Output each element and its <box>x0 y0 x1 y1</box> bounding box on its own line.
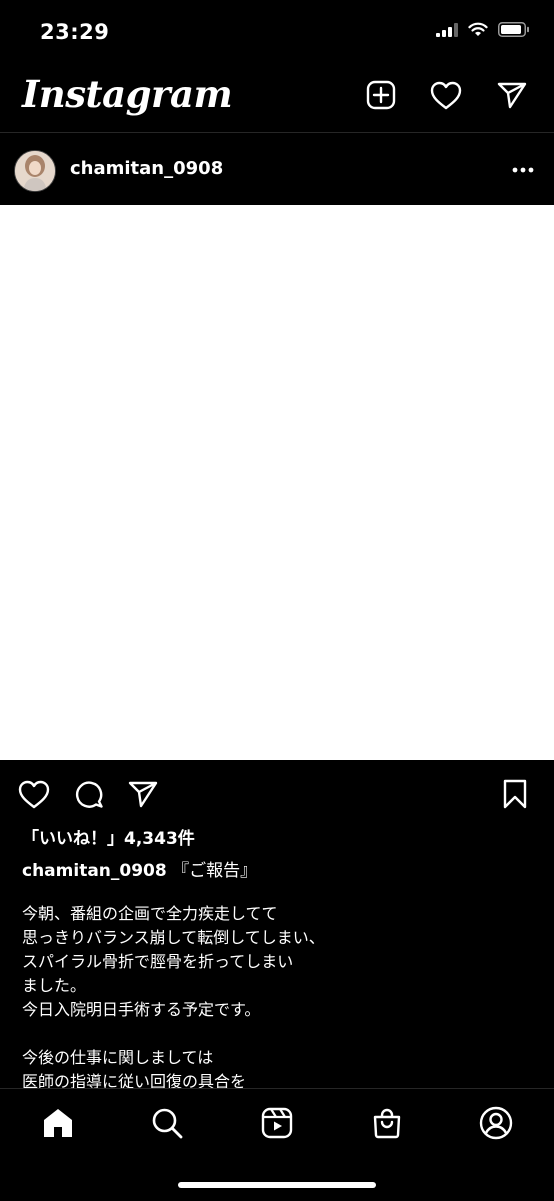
caption-title: 『ご報告』 <box>172 861 258 881</box>
nav-profile[interactable] <box>476 1103 516 1143</box>
nav-home[interactable] <box>38 1103 78 1143</box>
nav-shop[interactable] <box>367 1103 407 1143</box>
more-options-button[interactable] <box>510 158 536 182</box>
save-button[interactable] <box>497 776 533 812</box>
status-time: 23:29 <box>40 20 110 44</box>
home-indicator[interactable] <box>178 1182 376 1188</box>
nav-search[interactable] <box>147 1103 187 1143</box>
like-button[interactable] <box>16 776 52 812</box>
post-username[interactable]: chamitan_0908 <box>70 158 223 179</box>
nav-reels[interactable] <box>257 1103 297 1143</box>
caption-header: chamitan_0908 『ご報告』 <box>22 856 257 881</box>
post-actions <box>0 768 554 818</box>
wifi-icon <box>468 22 488 36</box>
search-icon <box>152 1108 183 1139</box>
app-header: Instagram <box>0 66 554 133</box>
reels-icon <box>261 1107 293 1139</box>
share-icon <box>128 781 158 808</box>
direct-message-button[interactable] <box>495 78 529 112</box>
bookmark-icon <box>503 779 527 809</box>
share-button[interactable] <box>125 776 161 812</box>
comment-button[interactable] <box>71 776 107 812</box>
more-options-icon <box>512 167 534 173</box>
direct-message-icon <box>497 82 527 109</box>
instagram-logo[interactable]: Instagram <box>22 72 233 116</box>
add-post-icon <box>366 80 396 110</box>
add-post-button[interactable] <box>364 78 398 112</box>
like-count[interactable]: 「いいね！」4,343件 <box>22 824 195 849</box>
comment-icon <box>75 781 103 808</box>
post-header: chamitan_0908 <box>0 134 554 205</box>
cellular-signal-icon <box>436 22 458 37</box>
activity-button[interactable] <box>429 78 463 112</box>
shop-icon <box>373 1108 401 1139</box>
caption-username[interactable]: chamitan_0908 <box>22 861 167 881</box>
status-bar: 23:29 <box>0 0 554 66</box>
battery-icon <box>498 22 529 37</box>
post-image[interactable] <box>0 205 554 760</box>
home-icon <box>44 1109 72 1137</box>
avatar[interactable] <box>14 150 56 192</box>
heart-icon <box>18 780 50 808</box>
caption-body: 今朝、番組の企画で全力疾走してて 思っきりバランス崩して転倒してしまい、 スパイ… <box>22 904 325 1091</box>
avatar-image <box>15 151 55 191</box>
status-icons <box>436 22 530 37</box>
profile-icon <box>479 1106 513 1140</box>
activity-heart-icon <box>430 81 462 109</box>
